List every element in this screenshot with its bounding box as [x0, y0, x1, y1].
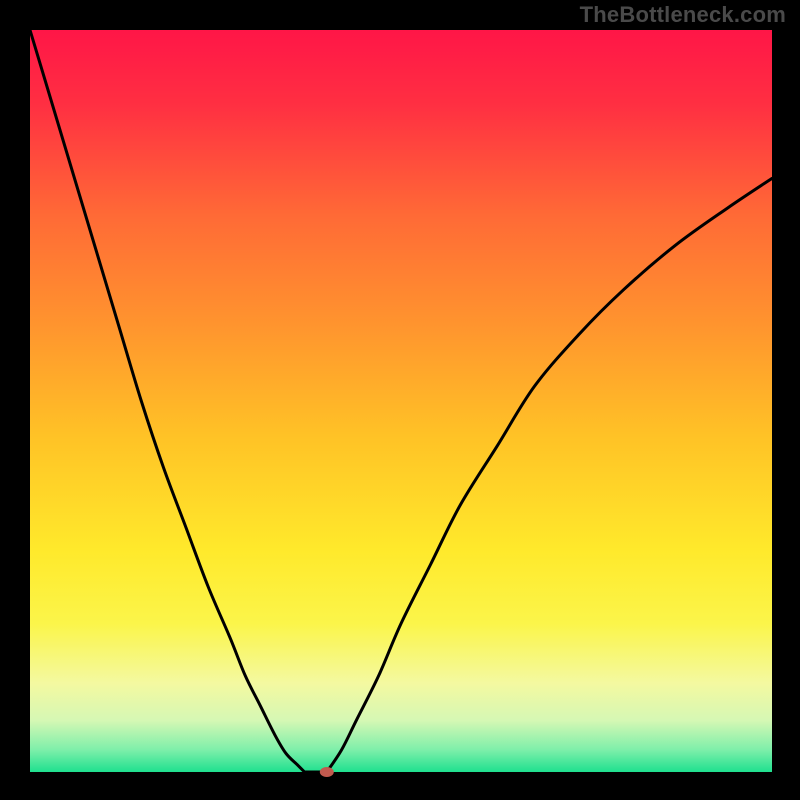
- chart-frame: { "watermark": "TheBottleneck.com", "col…: [0, 0, 800, 800]
- minimum-marker: [320, 767, 334, 777]
- bottleneck-chart: [0, 0, 800, 800]
